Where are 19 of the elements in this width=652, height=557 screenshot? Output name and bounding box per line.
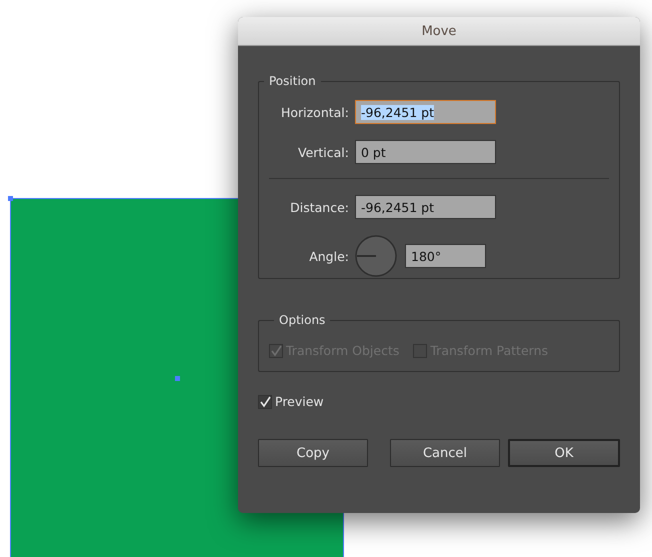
- dialog-button[interactable]: Copy: [258, 439, 368, 467]
- group-label: Options: [278, 313, 326, 327]
- dialog-button[interactable]: Cancel: [390, 439, 500, 467]
- field-label: Horizontal:: [280, 104, 349, 120]
- input-field[interactable]: -96,2451 pt: [355, 195, 496, 219]
- angle-dial-icon[interactable]: [355, 235, 397, 277]
- field-label: Angle:: [308, 248, 349, 264]
- input-field[interactable]: 0 pt: [355, 140, 496, 164]
- group-label: Position: [268, 74, 317, 88]
- dialog-button[interactable]: OK: [508, 439, 620, 467]
- field-label: Distance:: [289, 200, 349, 214]
- center-point: [175, 376, 180, 381]
- preview-checkbox[interactable]: Preview: [258, 394, 324, 409]
- selection-handle[interactable]: [8, 196, 13, 201]
- checkbox-icon[interactable]: [258, 394, 272, 408]
- dialog-title: Move: [422, 24, 456, 38]
- field-label: Vertical:: [296, 144, 349, 160]
- input-field[interactable]: -96,2451 pt: [355, 100, 496, 124]
- input-field[interactable]: 180°: [405, 244, 486, 268]
